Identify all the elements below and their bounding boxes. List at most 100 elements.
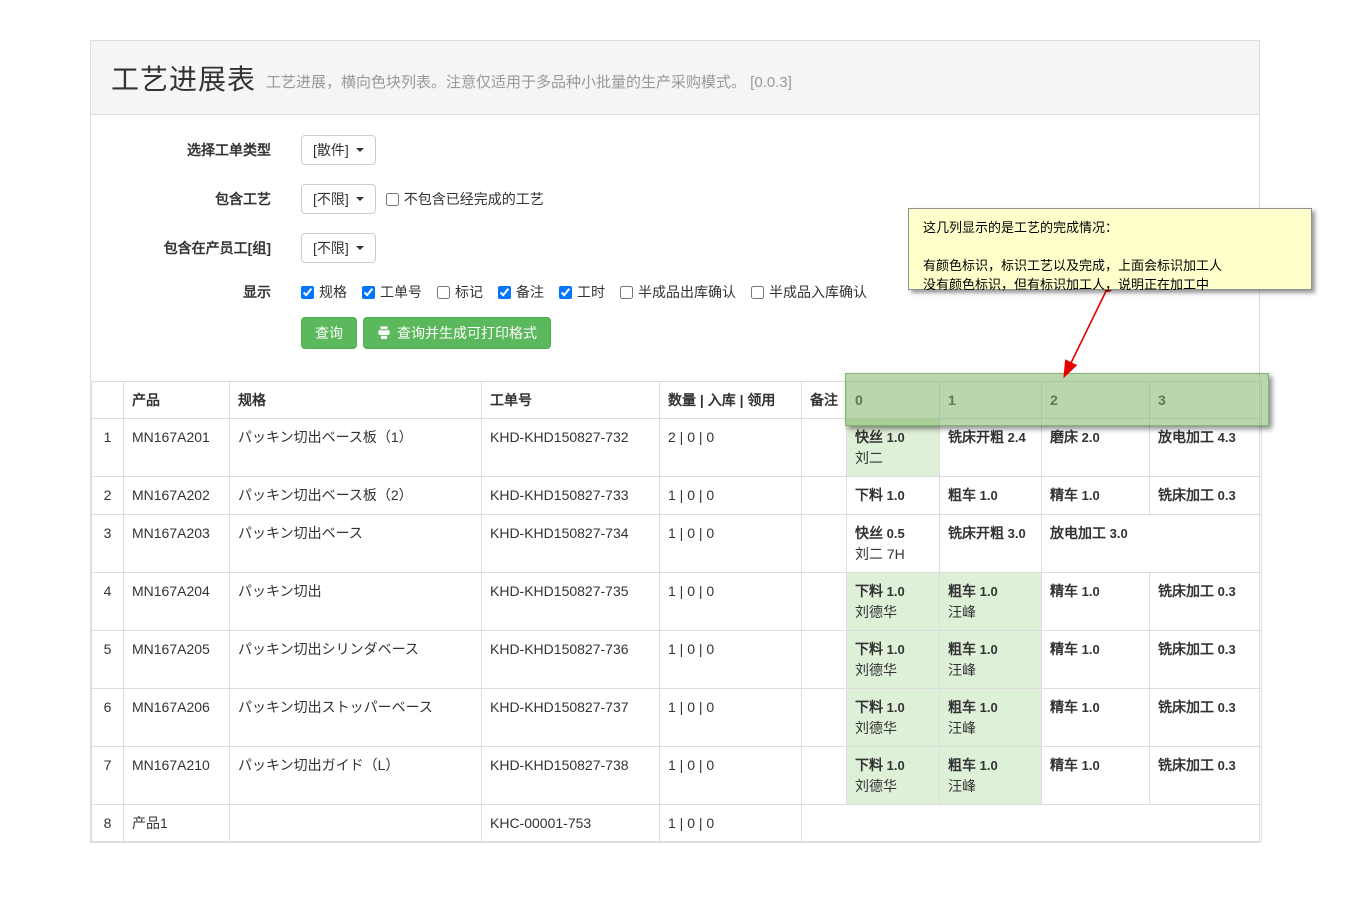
exclude-finished-option[interactable]: 不包含已经完成的工艺 <box>386 189 544 209</box>
product-cell: MN167A204 <box>124 573 230 631</box>
chevron-down-icon <box>356 246 364 250</box>
process-cell: 精车 1.0 <box>1042 573 1150 631</box>
display-options: 规格工单号 标记备注工时 半成品出库确认半成品入库确认 <box>301 282 882 302</box>
qty-cell: 1 | 0 | 0 <box>660 689 802 747</box>
spec-cell: パッキン切出ストッパーベース <box>230 689 482 747</box>
display-option[interactable]: 工时 <box>559 282 605 302</box>
display-option-checkbox[interactable] <box>620 286 633 299</box>
tooltip-line: 有颜色标识，标识工艺以及完成，上面会标识加工人 <box>923 256 1297 275</box>
column-header: 产品 <box>124 382 230 419</box>
spec-cell: パッキン切出シリンダベース <box>230 631 482 689</box>
display-option-checkbox[interactable] <box>751 286 764 299</box>
column-header: 规格 <box>230 382 482 419</box>
process-cell: 放电加工 4.3 <box>1150 419 1262 477</box>
product-cell: MN167A206 <box>124 689 230 747</box>
process-cell: 粗车 1.0汪峰 <box>940 689 1042 747</box>
row-number: 7 <box>92 747 124 805</box>
note-cell <box>802 747 847 805</box>
qty-cell: 1 | 0 | 0 <box>660 573 802 631</box>
process-worker: 汪峰 <box>948 776 1033 796</box>
order-cell: KHD-KHD150827-735 <box>482 573 660 631</box>
process-cell: 铣床开粗 2.4 <box>940 419 1042 477</box>
column-header: 2 <box>1042 382 1150 419</box>
query-button[interactable]: 查询 <box>301 317 357 349</box>
exclude-finished-label: 不包含已经完成的工艺 <box>404 189 544 209</box>
chevron-down-icon <box>356 197 364 201</box>
product-cell: MN167A201 <box>124 419 230 477</box>
spec-cell <box>230 805 482 842</box>
process-cell: 铣床加工 0.3 <box>1150 573 1262 631</box>
product-cell: MN167A202 <box>124 477 230 515</box>
spec-cell: パッキン切出ベース板（1） <box>230 419 482 477</box>
qty-cell: 1 | 0 | 0 <box>660 515 802 573</box>
order-cell: KHD-KHD150827-732 <box>482 419 660 477</box>
row-number: 2 <box>92 477 124 515</box>
process-cell: 铣床开粗 3.0 <box>940 515 1042 573</box>
display-option-label: 标记 <box>455 282 483 302</box>
column-header: 工单号 <box>482 382 660 419</box>
query-print-button[interactable]: 查询并生成可打印格式 <box>363 317 551 349</box>
worker-group-value: [不限] <box>313 238 349 258</box>
table-row: 2MN167A202パッキン切出ベース板（2）KHD-KHD150827-733… <box>92 477 1262 515</box>
qty-cell: 1 | 0 | 0 <box>660 805 802 842</box>
order-cell: KHC-00001-753 <box>482 805 660 842</box>
process-cell: 粗车 1.0汪峰 <box>940 573 1042 631</box>
spec-cell: パッキン切出 <box>230 573 482 631</box>
display-option-checkbox[interactable] <box>437 286 450 299</box>
process-table: 产品规格工单号数量 | 入库 | 领用备注0123 1MN167A201パッキン… <box>91 381 1262 842</box>
product-cell: MN167A203 <box>124 515 230 573</box>
column-header: 3 <box>1150 382 1262 419</box>
process-cell: 下料 1.0 <box>847 477 940 515</box>
qty-cell: 1 | 0 | 0 <box>660 747 802 805</box>
display-label: 显示 <box>91 282 271 302</box>
process-cell: 精车 1.0 <box>1042 747 1150 805</box>
display-option-checkbox[interactable] <box>362 286 375 299</box>
display-option-label: 规格 <box>319 282 347 302</box>
row-number: 8 <box>92 805 124 842</box>
exclude-finished-checkbox[interactable] <box>386 193 399 206</box>
display-option[interactable]: 半成品入库确认 <box>751 282 867 302</box>
display-option[interactable]: 标记 <box>437 282 483 302</box>
column-header: 1 <box>940 382 1042 419</box>
process-cell: 铣床加工 0.3 <box>1150 689 1262 747</box>
table-row: 3MN167A203パッキン切出ベースKHD-KHD150827-7341 | … <box>92 515 1262 573</box>
worker-group-dropdown[interactable]: [不限] <box>301 233 376 263</box>
form-row-order-type: 选择工单类型 [散件] <box>91 135 1259 165</box>
table-row: 6MN167A206パッキン切出ストッパーベースKHD-KHD150827-73… <box>92 689 1262 747</box>
page-title: 工艺进展表 <box>111 58 256 98</box>
process-cell: 精车 1.0 <box>1042 477 1150 515</box>
process-cell: 铣床加工 0.3 <box>1150 631 1262 689</box>
tooltip-line <box>923 237 1297 256</box>
process-cell: 快丝 1.0刘二 <box>847 419 940 477</box>
table-body: 1MN167A201パッキン切出ベース板（1）KHD-KHD150827-732… <box>92 419 1262 842</box>
process-cell: 精车 1.0 <box>1042 631 1150 689</box>
order-type-dropdown[interactable]: [散件] <box>301 135 376 165</box>
display-option-checkbox[interactable] <box>559 286 572 299</box>
worker-group-label: 包含在产员工[组] <box>91 238 271 258</box>
display-option-checkbox[interactable] <box>498 286 511 299</box>
printer-icon <box>377 326 391 340</box>
chevron-down-icon <box>356 148 364 152</box>
process-cell: 粗车 1.0汪峰 <box>940 747 1042 805</box>
spec-cell: パッキン切出ガイド（L） <box>230 747 482 805</box>
display-option[interactable]: 规格 <box>301 282 347 302</box>
display-option[interactable]: 工单号 <box>362 282 422 302</box>
process-cell: 快丝 0.5刘二 7H <box>847 515 940 573</box>
column-header: 0 <box>847 382 940 419</box>
display-option-label: 半成品出库确认 <box>638 282 736 302</box>
display-option[interactable]: 备注 <box>498 282 544 302</box>
qty-cell: 2 | 0 | 0 <box>660 419 802 477</box>
order-cell: KHD-KHD150827-734 <box>482 515 660 573</box>
display-option-checkbox[interactable] <box>301 286 314 299</box>
process-progress-panel: 工艺进展表 工艺进展，横向色块列表。注意仅适用于多品种小批量的生产采购模式。 [… <box>90 40 1260 843</box>
process-cell: 磨床 2.0 <box>1042 419 1150 477</box>
qty-cell: 1 | 0 | 0 <box>660 477 802 515</box>
process-worker: 汪峰 <box>948 718 1033 738</box>
process-cell: 粗车 1.0汪峰 <box>940 631 1042 689</box>
column-header: 备注 <box>802 382 847 419</box>
order-type-value: [散件] <box>313 140 349 160</box>
include-process-dropdown[interactable]: [不限] <box>301 184 376 214</box>
display-option[interactable]: 半成品出库确认 <box>620 282 736 302</box>
annotation-tooltip: 这几列显示的是工艺的完成情况：有颜色标识，标识工艺以及完成，上面会标识加工人没有… <box>908 208 1312 290</box>
process-cell: 下料 1.0刘德华 <box>847 747 940 805</box>
